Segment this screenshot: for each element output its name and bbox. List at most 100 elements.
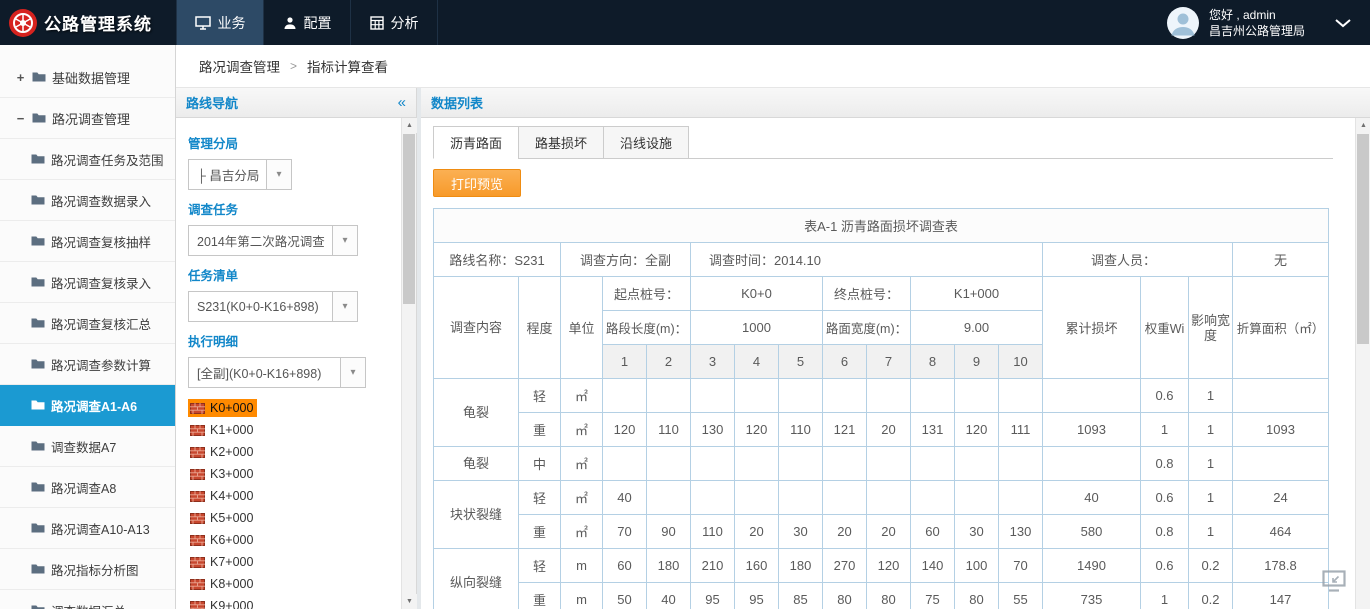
breadcrumb-item-survey-mgmt[interactable]: 路况调查管理 — [199, 56, 280, 76]
value-cell: 75 — [911, 583, 955, 609]
value-cell — [955, 447, 999, 481]
tab-roadside[interactable]: 沿线设施 — [603, 126, 689, 159]
weight-cell: 0.6 — [1141, 549, 1189, 583]
column-index: 2 — [647, 345, 691, 379]
sidebar-item-review-sampling[interactable]: 路况调查复核抽样 — [0, 221, 175, 262]
avatar-icon[interactable] — [1166, 6, 1200, 40]
filter-label-detail: 执行明细 — [188, 331, 401, 350]
sidebar-item-param-calc[interactable]: 路况调查参数计算 — [0, 344, 175, 385]
value-cell: 40 — [647, 583, 691, 609]
road-segment-icon — [190, 579, 205, 590]
column-index: 1 — [603, 345, 647, 379]
unit-cell: m — [561, 549, 603, 583]
area-cell: 464 — [1233, 515, 1329, 549]
sidebar-item-survey-summary[interactable]: 调查数据汇总 — [0, 590, 175, 609]
top-nav-label: 分析 — [391, 13, 419, 33]
tree-item-k0000[interactable]: K0+000 — [188, 397, 401, 419]
value-cell — [911, 481, 955, 515]
tree-item-k7000[interactable]: K7+000 — [188, 551, 401, 573]
scroll-down-icon[interactable]: ▼ — [402, 594, 417, 609]
chevron-down-icon[interactable] — [1334, 18, 1352, 28]
area-cell — [1233, 447, 1329, 481]
tree-item-k1000[interactable]: K1+000 — [188, 419, 401, 441]
folder-icon — [31, 194, 45, 206]
sidebar-item-indicator-chart[interactable]: 路况指标分析图 — [0, 549, 175, 590]
print-preview-button[interactable]: 打印预览 — [433, 169, 521, 197]
value-cell — [999, 447, 1043, 481]
column-index: 5 — [779, 345, 823, 379]
value-cell — [603, 447, 647, 481]
combobox-branch[interactable]: ├ 昌吉分局▾ — [188, 159, 292, 190]
data-list-body: 沥青路面路基损坏沿线设施 打印预览 表A-1 沥青路面损坏调查表路线名称：S23… — [421, 118, 1355, 609]
tree-item-k6000[interactable]: K6+000 — [188, 529, 401, 551]
folder-icon — [31, 604, 45, 609]
sidebar-item-basic-data[interactable]: +基础数据管理 — [0, 57, 175, 98]
combobox-detail[interactable]: [全副](K0+0-K16+898)▾ — [188, 357, 366, 388]
sidebar-item-survey-a8[interactable]: 路况调查A8 — [0, 467, 175, 508]
sidebar-item-survey-a1-a6[interactable]: 路况调查A1-A6 — [0, 385, 175, 426]
header-content: 调查内容 — [434, 277, 519, 379]
tree-item-k9000[interactable]: K9+000 — [188, 595, 401, 609]
degree-cell: 重 — [519, 515, 561, 549]
area-cell: 147 — [1233, 583, 1329, 609]
scroll-up-icon[interactable]: ▲ — [1356, 118, 1370, 133]
sidebar-item-survey-task-scope[interactable]: 路况调查任务及范围 — [0, 139, 175, 180]
chevron-down-icon[interactable]: ▾ — [332, 292, 357, 321]
screenshot-icon[interactable] — [1322, 570, 1346, 597]
combobox-task[interactable]: 2014年第二次路况调查▾ — [188, 225, 358, 256]
folder-icon — [31, 522, 45, 534]
scroll-up-icon[interactable]: ▲ — [402, 118, 417, 133]
nav-scrollbar-thumb[interactable] — [403, 134, 415, 304]
start-stake-label: 起点桩号： — [603, 277, 691, 311]
road-segment-icon — [190, 447, 205, 458]
sidebar-item-label: 路况调查A10-A13 — [51, 519, 150, 538]
table-row: 块状裂缝轻㎡40400.6124 — [434, 481, 1329, 515]
sidebar-item-survey-data-entry[interactable]: 路况调查数据录入 — [0, 180, 175, 221]
chevron-double-left-icon[interactable]: « — [398, 94, 406, 111]
main-scrollbar-thumb[interactable] — [1357, 134, 1369, 344]
sidebar-item-review-summary[interactable]: 路况调查复核汇总 — [0, 303, 175, 344]
tree-item-k4000[interactable]: K4+000 — [188, 485, 401, 507]
tree-item-k5000[interactable]: K5+000 — [188, 507, 401, 529]
tree-item-k3000[interactable]: K3+000 — [188, 463, 401, 485]
top-nav-label: 配置 — [304, 13, 332, 33]
tree-item-label: K2+000 — [210, 445, 253, 459]
user-org: 昌吉州公路管理局 — [1209, 23, 1305, 39]
value-cell: 90 — [647, 515, 691, 549]
user-greeting: 您好 , admin — [1209, 7, 1305, 23]
top-nav-business[interactable]: 业务 — [176, 0, 263, 45]
damage-type-cell: 块状裂缝 — [434, 481, 519, 549]
route-nav-header: 路线导航 « — [176, 88, 416, 118]
section-length-value: 1000 — [691, 311, 823, 345]
road-segment-icon — [190, 491, 205, 502]
tree-item-k8000[interactable]: K8+000 — [188, 573, 401, 595]
tab-roadbed[interactable]: 路基损坏 — [518, 126, 604, 159]
sidebar-item-survey-a10-a13[interactable]: 路况调查A10-A13 — [0, 508, 175, 549]
tree-item-label: K4+000 — [210, 489, 253, 503]
sidebar-item-survey-data-a7[interactable]: 调查数据A7 — [0, 426, 175, 467]
table-row: 重m5040959585808075805573510.2147 — [434, 583, 1329, 609]
chevron-down-icon[interactable]: ▾ — [332, 226, 357, 255]
combobox-task-list[interactable]: S231(K0+0-K16+898)▾ — [188, 291, 358, 322]
expander-icon[interactable]: − — [15, 111, 26, 126]
value-cell: 120 — [955, 413, 999, 447]
steering-wheel-icon — [8, 8, 38, 38]
chevron-down-icon[interactable]: ▾ — [340, 358, 365, 387]
value-cell: 180 — [779, 549, 823, 583]
road-segment-icon — [190, 601, 205, 609]
chevron-down-icon[interactable]: ▾ — [266, 160, 291, 189]
top-nav-config[interactable]: 配置 — [263, 0, 350, 45]
combobox-value: [全副](K0+0-K16+898) — [189, 363, 340, 382]
sidebar-item-survey-mgmt[interactable]: −路况调查管理 — [0, 98, 175, 139]
expander-icon[interactable]: + — [15, 70, 26, 85]
tree-item-k2000[interactable]: K2+000 — [188, 441, 401, 463]
top-nav-analysis[interactable]: 分析 — [350, 0, 438, 45]
sidebar-item-review-entry[interactable]: 路况调查复核录入 — [0, 262, 175, 303]
tab-asphalt[interactable]: 沥青路面 — [433, 126, 519, 159]
tree-item-label: K6+000 — [210, 533, 253, 547]
sidebar: +基础数据管理−路况调查管理路况调查任务及范围路况调查数据录入路况调查复核抽样路… — [0, 45, 176, 609]
nav-scrollbar[interactable]: ▲ ▼ — [401, 118, 416, 609]
time-cell: 调查时间：2014.10 — [691, 243, 1043, 277]
sidebar-item-label: 路况调查任务及范围 — [51, 150, 164, 169]
main-scrollbar[interactable]: ▲ — [1355, 118, 1370, 609]
